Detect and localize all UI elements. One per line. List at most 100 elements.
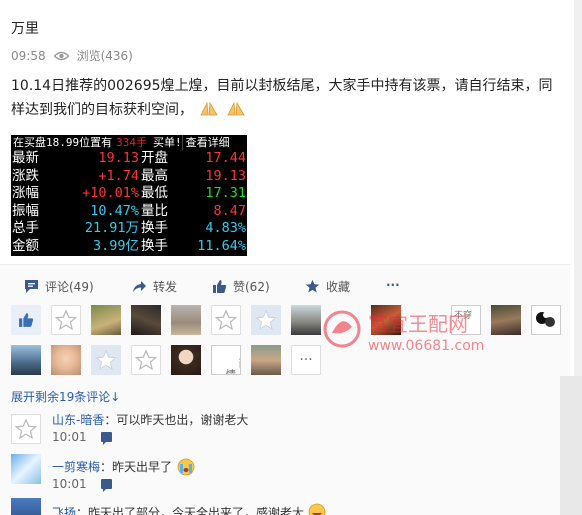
stock-quote-image[interactable]: 在买盘18.99位置有 334手 买单! 查看详细 最新 19.13 开盘 17.44… bbox=[11, 135, 247, 272]
view-detail-button: 查看详细 bbox=[181, 135, 230, 150]
user-avatar[interactable] bbox=[131, 305, 161, 335]
more-button[interactable]: ··· bbox=[386, 278, 400, 292]
author-name[interactable]: 万里 bbox=[11, 18, 39, 38]
comments-section: 展开剩余19条评论↓ 山东-暗香：可以昨天也出，谢谢老大 10:01 一剪寒梅：… bbox=[0, 381, 570, 515]
post-meta: 09:58 浏览(436) bbox=[11, 47, 133, 64]
quote-row: 振幅 10.47% 量比 8.47 bbox=[11, 203, 247, 221]
user-avatar[interactable] bbox=[171, 305, 201, 335]
post-time: 09:58 bbox=[11, 48, 46, 63]
side-panel bbox=[560, 376, 582, 515]
quote-value: +1.74 bbox=[98, 167, 139, 184]
comment-label: 评论(49) bbox=[45, 280, 94, 294]
user-avatar[interactable] bbox=[51, 345, 81, 375]
quote-label: 量比 bbox=[141, 202, 168, 219]
buy-order-volume: 334手 bbox=[116, 136, 147, 149]
comment-time: 10:01 bbox=[52, 430, 87, 444]
quote-row: 涨跌 +1.74 最高 19.13 bbox=[11, 168, 247, 186]
quote-row: 金额 3.99亿换手(实) 11.64% bbox=[11, 237, 247, 272]
star-outline-icon bbox=[55, 309, 77, 331]
comment-body: ：昨天出了部分，今天全出来了，感谢老大 bbox=[76, 506, 305, 515]
comment-author[interactable]: 一剪寒梅 bbox=[52, 460, 100, 474]
like-avatar[interactable] bbox=[11, 305, 41, 335]
user-avatar[interactable] bbox=[91, 305, 121, 335]
quote-header: 在买盘18.99位置有 334手 买单! 查看详细 bbox=[11, 135, 247, 150]
ink-flower-icon bbox=[536, 312, 555, 327]
quote-row: 涨幅 +10.01% 最低 17.31 bbox=[11, 185, 247, 203]
user-avatar[interactable] bbox=[291, 305, 321, 335]
repost-button[interactable]: 转发 bbox=[132, 278, 177, 295]
comment-author[interactable]: 飞扬 bbox=[52, 506, 76, 515]
quote-row: 总手 21.91万 换手 4.83% bbox=[11, 220, 247, 238]
view-count: 浏览(436) bbox=[76, 49, 133, 63]
pray-emoji-icon bbox=[200, 101, 219, 116]
quote-value: 19.13 bbox=[98, 150, 139, 166]
comment-time: 10:01 bbox=[52, 477, 87, 491]
star-icon bbox=[95, 349, 117, 370]
comment-body: ：昨天出早了 bbox=[100, 460, 173, 474]
quote-label: 总手 bbox=[12, 220, 39, 237]
star-icon bbox=[305, 279, 320, 293]
quote-value: 11.64% bbox=[197, 237, 246, 254]
quote-value: 17.44 bbox=[205, 150, 246, 166]
repost-label: 转发 bbox=[153, 280, 178, 294]
scrollbar[interactable] bbox=[574, 0, 582, 376]
comment-avatar[interactable] bbox=[11, 498, 41, 515]
user-avatar[interactable] bbox=[251, 345, 281, 375]
default-avatar[interactable] bbox=[211, 305, 241, 335]
more-likers-button[interactable]: ··· bbox=[291, 345, 321, 375]
more-likers-label: ··· bbox=[299, 352, 313, 368]
quote-value: 21.91万 bbox=[84, 220, 139, 237]
default-avatar[interactable] bbox=[91, 345, 121, 375]
comment-text: 山东-暗香：可以昨天也出，谢谢老大 bbox=[52, 411, 248, 428]
quote-label: 涨跌 bbox=[12, 167, 39, 184]
quote-label: 换手(实) bbox=[141, 237, 171, 272]
crying-emoji-icon bbox=[177, 458, 195, 476]
comment-text: 飞扬：昨天出了部分，今天全出来了，感谢老大 bbox=[52, 503, 326, 515]
quote-label: 涨幅 bbox=[12, 185, 39, 202]
quote-row: 最新 19.13 开盘 17.44 bbox=[11, 150, 247, 168]
like-button[interactable]: 赞(62) bbox=[212, 278, 270, 295]
quote-label: 最高 bbox=[141, 167, 168, 184]
star-outline-icon bbox=[215, 309, 237, 331]
comment-avatar[interactable] bbox=[11, 454, 41, 484]
star-icon bbox=[255, 309, 277, 330]
comment-icon bbox=[25, 280, 38, 293]
reply-icon[interactable] bbox=[100, 479, 112, 492]
more-label: ··· bbox=[386, 278, 400, 292]
star-outline-icon bbox=[15, 418, 37, 440]
quote-label: 金额 bbox=[12, 237, 39, 254]
pray-emoji-icon bbox=[227, 101, 245, 116]
reply-icon[interactable] bbox=[100, 432, 112, 445]
watermark-url: www.06681.com bbox=[368, 338, 484, 354]
watermark-site-name: 富宜王配网 bbox=[368, 312, 468, 336]
comment-text: 一剪寒梅：昨天出早了 bbox=[52, 458, 196, 476]
comment-author[interactable]: 山东-暗香 bbox=[52, 413, 104, 427]
user-avatar[interactable] bbox=[531, 305, 561, 335]
eye-icon bbox=[53, 51, 69, 60]
post-text: 10.14日推荐的002695煌上煌，目前以封板结尾，大家手中持有该票，请自行结… bbox=[11, 78, 553, 118]
buy-order-label: 在买盘18.99位置有 bbox=[13, 136, 113, 149]
buy-order-tag: 买单! bbox=[153, 136, 182, 149]
post-content: 10.14日推荐的002695煌上煌，目前以封板结尾，大家手中持有该票，请自行结… bbox=[11, 74, 566, 122]
user-avatar[interactable] bbox=[171, 345, 201, 375]
favorite-label: 收藏 bbox=[326, 280, 351, 294]
default-avatar[interactable] bbox=[131, 345, 161, 375]
quote-value: 4.83% bbox=[205, 220, 246, 237]
quote-rows: 最新 19.13 开盘 17.44 涨跌 +1.74 最高 19.13 涨幅 +10.01% 最低 1… bbox=[11, 150, 247, 272]
quote-value: +10.01% bbox=[82, 185, 139, 202]
comment-avatar[interactable] bbox=[11, 414, 41, 444]
thumbs-up-icon bbox=[213, 280, 227, 293]
expand-comments-link[interactable]: 展开剩余19条评论↓ bbox=[11, 388, 120, 405]
comment-button[interactable]: 评论(49) bbox=[24, 278, 94, 295]
default-avatar[interactable] bbox=[251, 305, 281, 335]
user-avatar[interactable] bbox=[11, 345, 41, 375]
quote-value: 10.47% bbox=[90, 202, 139, 219]
default-avatar[interactable] bbox=[51, 305, 81, 335]
quote-label: 开盘 bbox=[141, 150, 168, 166]
quote-value: 17.31 bbox=[205, 185, 246, 202]
star-outline-icon bbox=[135, 349, 157, 371]
comment-body: ：可以昨天也出，谢谢老大 bbox=[104, 413, 249, 427]
quote-label: 最新 bbox=[12, 150, 39, 166]
favorite-button[interactable]: 收藏 bbox=[305, 278, 350, 295]
broken-image-avatar[interactable]: 雨 情 bbox=[211, 345, 241, 375]
